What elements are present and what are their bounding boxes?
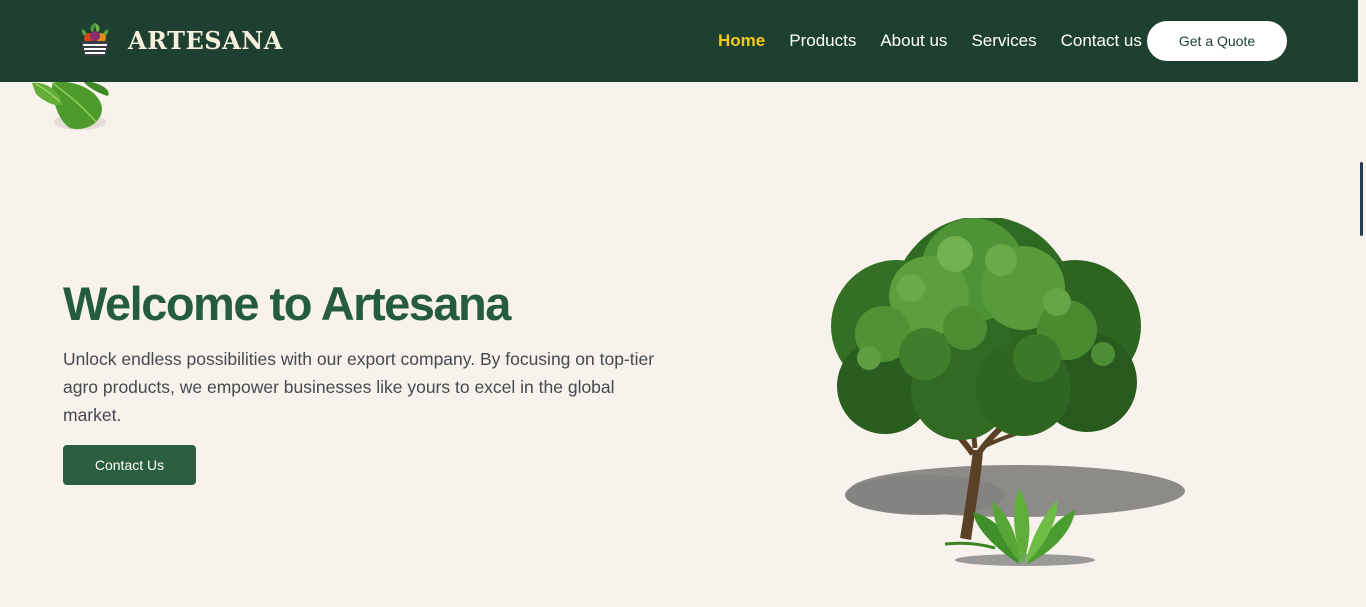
contact-us-button[interactable]: Contact Us — [63, 445, 196, 485]
basket-logo-icon — [81, 23, 109, 56]
scrollbar-thumb[interactable] — [1360, 162, 1363, 236]
brand[interactable]: ARTESANA — [76, 21, 283, 59]
nav-services[interactable]: Services — [971, 31, 1036, 51]
nav-products[interactable]: Products — [789, 31, 856, 51]
tree-image — [831, 218, 1185, 566]
top-navbar: ARTESANA Home Products About us Services… — [0, 0, 1358, 82]
page-scrollbar[interactable] — [1358, 0, 1366, 607]
main-nav: Home Products About us Services Contact … — [718, 31, 1166, 51]
nav-about-us[interactable]: About us — [880, 31, 947, 51]
get-quote-button[interactable]: Get a Quote — [1147, 21, 1287, 61]
nav-contact-us[interactable]: Contact us — [1061, 31, 1142, 51]
brand-name: ARTESANA — [128, 25, 283, 55]
hero-title: Welcome to Artesana — [63, 277, 511, 330]
basil-leaf-image — [32, 80, 109, 130]
hero-description: Unlock endless possibilities with our ex… — [63, 349, 655, 425]
nav-home[interactable]: Home — [718, 31, 765, 51]
